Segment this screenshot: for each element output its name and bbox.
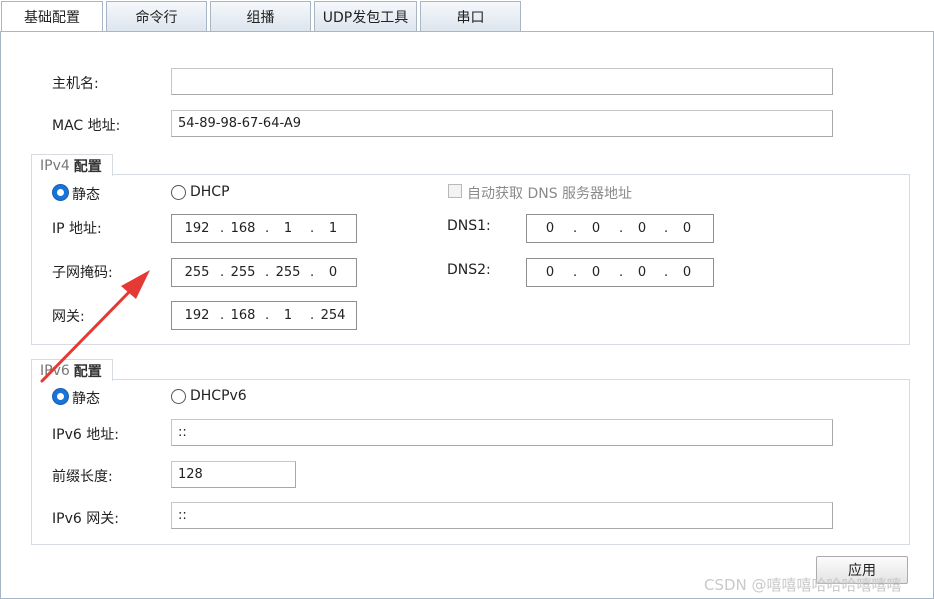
annotation-arrow xyxy=(40,270,150,383)
